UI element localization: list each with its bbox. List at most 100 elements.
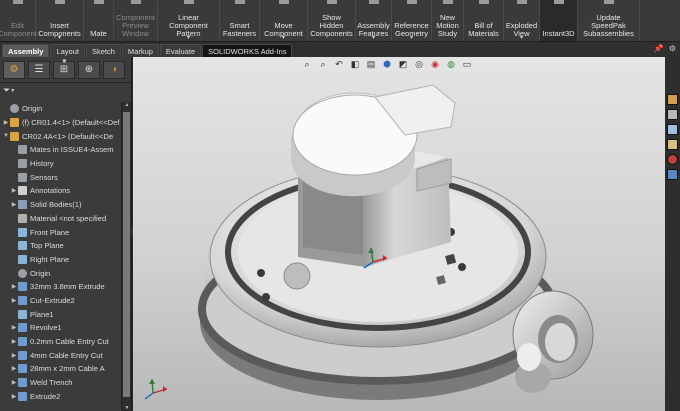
linear-component-pattern-button[interactable]: Linear Component Pattern ▾ (158, 0, 220, 41)
tab-sketch[interactable]: Sketch (85, 44, 121, 57)
sensor-icon (18, 172, 27, 182)
scroll-up-icon[interactable]: ▲ (123, 102, 131, 108)
assembly-features-button[interactable]: Assembly Features ▾ (356, 0, 392, 41)
tree-node[interactable]: Origin (0, 266, 120, 280)
appearances-icon[interactable] (667, 154, 678, 165)
tab-right-controls: 📌 ⚙ (654, 44, 676, 53)
reference-geometry-button[interactable]: Reference Geometry ▾ (392, 0, 432, 41)
tree-node[interactable]: Right Plane (0, 253, 120, 267)
model-render (144, 84, 594, 400)
update-speedpak-button[interactable]: Update SpeedPak Subassemblies (578, 0, 640, 41)
tree-node-label: Material <not specified (30, 213, 107, 223)
component-preview-window-button[interactable]: Component Preview Window (114, 0, 158, 41)
instant3d-icon (553, 0, 564, 4)
expand-arrow-icon[interactable]: ▶ (10, 297, 18, 304)
ribbon-button-label: Smart Fasteners (222, 21, 257, 38)
mate-icon (93, 0, 104, 4)
tree-node[interactable]: ▶ Extrude2 (0, 389, 120, 403)
show-hidden-components-icon (326, 0, 337, 4)
tree-node[interactable]: Sensors (0, 170, 120, 184)
expand-arrow-icon[interactable]: ▶ (10, 352, 18, 359)
dropdown-caret-icon[interactable]: ▾ (372, 34, 375, 42)
panel-grip-icon[interactable]: ● (62, 56, 67, 65)
expand-arrow-icon[interactable]: ▼ (2, 133, 10, 139)
tree-node[interactable]: ▶ 32mm 3.8mm Extrude (0, 280, 120, 294)
tree-node[interactable]: ▶ Cut-Extrude2 (0, 294, 120, 308)
tree-filter[interactable]: ⏷ ▾ (0, 83, 131, 97)
dropdown-caret-icon[interactable]: ▾ (58, 34, 61, 42)
tree-node[interactable]: Top Plane (0, 239, 120, 253)
pin-icon[interactable]: 📌 (654, 44, 664, 53)
tree-node[interactable]: ▶ Annotations (0, 184, 120, 198)
custom-properties-icon[interactable] (667, 169, 678, 180)
tree-node[interactable]: Front Plane (0, 225, 120, 239)
new-motion-study-button[interactable]: New Motion Study (432, 0, 464, 41)
ribbon-button-label: Bill of Materials (468, 21, 499, 38)
expand-arrow-icon[interactable]: ▶ (10, 365, 18, 372)
tree-node[interactable]: ▶ (f) CR01.4<1> (Default<<Def (0, 116, 120, 130)
expand-arrow-icon[interactable]: ▶ (2, 119, 10, 126)
tree-node-label: Sensors (30, 172, 58, 182)
mate-button[interactable]: Mate (84, 0, 114, 41)
expand-arrow-icon[interactable]: ▶ (10, 201, 18, 208)
tab-evaluate[interactable]: Evaluate (159, 44, 202, 57)
tree-node[interactable]: Mates in ISSUE4-Assem (0, 143, 120, 157)
tree-node[interactable]: ▶ 4mm Cable Entry Cut (0, 348, 120, 362)
tree-node[interactable]: History (0, 157, 120, 171)
tab-solidworks-add-ins[interactable]: SOLIDWORKS Add-Ins (202, 44, 293, 57)
dropdown-caret-icon[interactable]: ▾ (282, 34, 285, 42)
expand-arrow-icon[interactable]: ▶ (10, 338, 18, 345)
graphics-viewport[interactable]: ⌕ ⌕ ↶ ◧ ▤ ⬢ ◩ ◎ ◉ ◍ ▭ (133, 57, 665, 411)
expand-arrow-icon[interactable]: ▶ (10, 324, 18, 331)
tree-node[interactable]: ▶ 0.2mm Cable Entry Cut (0, 335, 120, 349)
move-component-button[interactable]: Move Component ▾ (260, 0, 308, 41)
cut-extrude-icon (18, 295, 27, 305)
tree-node[interactable]: ▶ Revolve1 (0, 321, 120, 335)
tab-markup[interactable]: Markup (121, 44, 159, 57)
edit-component-button[interactable]: Edit Component (0, 0, 37, 41)
cut-extrude-icon (18, 378, 27, 388)
scroll-down-icon[interactable]: ▼ (123, 405, 131, 411)
tree-node-label: Revolve1 (30, 323, 62, 333)
tree-node[interactable]: ▼ CR02.4A<1> (Default<<De (0, 129, 120, 143)
display-manager-tab[interactable]: ◑ (103, 60, 125, 79)
tree-node[interactable]: Material <not specified (0, 212, 120, 226)
tree-node-label: CR02.4A<1> (Default<<De (22, 131, 114, 141)
file-explorer-icon[interactable] (667, 124, 678, 135)
tree-node-label: Origin (22, 104, 43, 114)
design-library-icon[interactable] (667, 109, 678, 120)
tree-node-label: Plane1 (30, 309, 54, 319)
tree-node[interactable]: ▶ Solid Bodies(1) (0, 198, 120, 212)
expand-arrow-icon[interactable]: ▶ (10, 187, 18, 194)
expand-arrow-icon[interactable]: ▶ (10, 393, 18, 400)
property-manager-tab[interactable]: ☰ (28, 60, 50, 79)
tab-assembly[interactable]: Assembly (2, 44, 50, 57)
solidworks-resources-icon[interactable] (667, 94, 678, 105)
dropdown-caret-icon[interactable]: ▾ (520, 34, 523, 42)
tree-node-label: Right Plane (30, 254, 70, 264)
scrollbar-thumb[interactable] (123, 112, 130, 397)
bill-of-materials-button[interactable]: Bill of Materials (464, 0, 504, 41)
instant3d-button[interactable]: Instant3D (540, 0, 578, 41)
insert-components-button[interactable]: Insert Components ▾ (36, 0, 84, 41)
view-palette-icon[interactable] (667, 139, 678, 150)
dimxpert-manager-tab[interactable]: ⊕ (78, 60, 100, 79)
dropdown-caret-icon[interactable]: ▾ (187, 34, 190, 42)
feature-manager-tab[interactable]: ⚙ (3, 60, 25, 79)
tree-node[interactable]: ▶ 28mm x 2mm Cable A (0, 362, 120, 376)
tree-node[interactable]: Origin (0, 102, 120, 116)
show-hidden-components-button[interactable]: Show Hidden Components (308, 0, 356, 41)
ribbon-button-label: Show Hidden Components (310, 13, 353, 38)
tree-node[interactable]: Plane1 (0, 307, 120, 321)
expand-arrow-icon[interactable]: ▶ (10, 379, 18, 386)
dropdown-caret-icon[interactable]: ▾ (410, 34, 413, 42)
tab-layout[interactable]: Layout (50, 44, 85, 57)
tree-node-label: 0.2mm Cable Entry Cut (30, 337, 109, 347)
tree-scrollbar[interactable]: ▲ ▼ (121, 102, 131, 411)
smart-fasteners-button[interactable]: Smart Fasteners (220, 0, 260, 41)
exploded-view-icon (516, 0, 527, 4)
exploded-view-button[interactable]: Exploded View ▾ (504, 0, 540, 41)
expand-arrow-icon[interactable]: ▶ (10, 283, 18, 290)
options-icon[interactable]: ⚙ (669, 44, 676, 53)
tree-node[interactable]: ▶ Weld Trench (0, 376, 120, 390)
